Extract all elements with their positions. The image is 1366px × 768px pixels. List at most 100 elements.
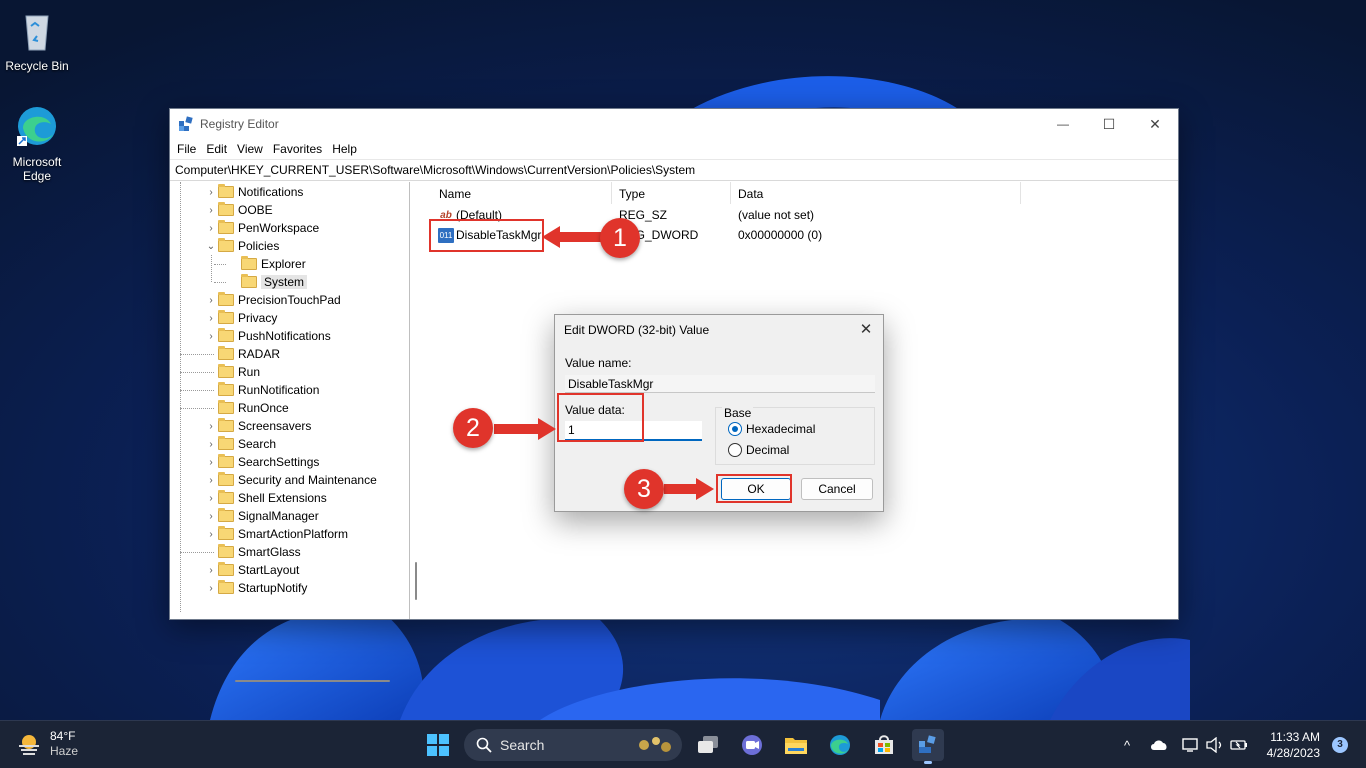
expand-chevron-icon[interactable]: › xyxy=(204,331,218,342)
column-type-header[interactable]: Type xyxy=(619,187,645,201)
expand-chevron-icon[interactable]: › xyxy=(204,493,218,504)
expand-chevron-icon[interactable]: › xyxy=(204,313,218,324)
tree-horizontal-scrollbar[interactable] xyxy=(235,680,390,682)
display-icon[interactable] xyxy=(1180,735,1200,755)
tree-item-system[interactable]: System xyxy=(227,273,308,291)
column-data-header[interactable]: Data xyxy=(738,187,763,201)
tree-vertical-scrollbar[interactable] xyxy=(415,562,417,600)
taskbar-clock[interactable]: 11:33 AM 4/28/2023 xyxy=(1267,729,1320,761)
dialog-close-button[interactable]: ✕ xyxy=(853,317,879,343)
address-bar[interactable]: Computer\HKEY_CURRENT_USER\Software\Micr… xyxy=(170,159,1178,181)
folder-icon xyxy=(218,400,234,414)
tree-item-oobe[interactable]: › OOBE xyxy=(204,201,273,219)
menu-view[interactable]: View xyxy=(232,142,268,156)
task-view-button[interactable] xyxy=(692,729,724,761)
expand-chevron-icon[interactable]: › xyxy=(204,457,218,468)
expand-chevron-icon[interactable]: › xyxy=(204,511,218,522)
tree-item-runonce[interactable]: RunOnce xyxy=(204,399,289,417)
tree-item-label: SearchSettings xyxy=(238,455,320,469)
menu-favorites[interactable]: Favorites xyxy=(268,142,327,156)
expand-chevron-icon[interactable]: › xyxy=(204,187,218,198)
expand-chevron-icon[interactable]: › xyxy=(204,421,218,432)
tree-item-explorer[interactable]: Explorer xyxy=(227,255,306,273)
volume-icon[interactable] xyxy=(1205,735,1225,755)
tree-item-screensavers[interactable]: › Screensavers xyxy=(204,417,311,435)
tree-item-pushnotifications[interactable]: › PushNotifications xyxy=(204,327,331,345)
tree-item-smartactionplatform[interactable]: › SmartActionPlatform xyxy=(204,525,348,543)
clock-date: 4/28/2023 xyxy=(1266,746,1320,760)
tree-item-radar[interactable]: RADAR xyxy=(204,345,280,363)
menu-edit[interactable]: Edit xyxy=(201,142,232,156)
tree-item-precisiontouchpad[interactable]: › PrecisionTouchPad xyxy=(204,291,341,309)
start-button[interactable] xyxy=(422,729,454,761)
expand-chevron-icon[interactable]: › xyxy=(204,583,218,594)
tree-item-signalmanager[interactable]: › SignalManager xyxy=(204,507,319,525)
step-3-badge: 3 xyxy=(624,469,664,509)
tree-item-privacy[interactable]: › Privacy xyxy=(204,309,277,327)
tree-item-run[interactable]: Run xyxy=(204,363,260,381)
tree-item-penworkspace[interactable]: › PenWorkspace xyxy=(204,219,319,237)
taskbar: 84°F Haze Search ^ 11:33 AM 4/28/2023 3 xyxy=(0,720,1366,768)
tree-item-startlayout[interactable]: › StartLayout xyxy=(204,561,299,579)
decimal-label[interactable]: Decimal xyxy=(746,443,789,457)
recycle-bin-desktop-icon[interactable]: Recycle Bin xyxy=(0,8,74,73)
value-data: (value not set) xyxy=(738,208,815,222)
teams-chat-button[interactable] xyxy=(736,729,768,761)
notification-count-badge[interactable]: 3 xyxy=(1332,737,1348,753)
expand-chevron-icon[interactable]: › xyxy=(204,565,218,576)
tree-item-label: Explorer xyxy=(261,257,306,271)
tree-item-search[interactable]: › Search xyxy=(204,435,276,453)
highlight-value-data xyxy=(557,393,644,442)
tree-item-label: StartupNotify xyxy=(238,581,308,595)
folder-icon xyxy=(218,472,234,486)
tree-item-notifications[interactable]: › Notifications xyxy=(204,183,303,201)
onedrive-icon[interactable] xyxy=(1149,735,1169,755)
tree-item-smartglass[interactable]: SmartGlass xyxy=(204,543,301,561)
minimize-button[interactable]: — xyxy=(1040,109,1086,139)
taskbar-search-box[interactable]: Search xyxy=(464,729,682,761)
column-separator[interactable] xyxy=(611,182,612,204)
collapse-chevron-icon[interactable]: ⌄ xyxy=(204,241,218,252)
title-bar[interactable]: Registry Editor — ☐ ✕ xyxy=(170,109,1178,139)
file-explorer-button[interactable] xyxy=(780,729,812,761)
decimal-radio[interactable] xyxy=(728,443,742,457)
weather-widget[interactable]: 84°F Haze xyxy=(16,729,78,759)
battery-icon[interactable] xyxy=(1229,735,1249,755)
tray-overflow-chevron-icon[interactable]: ^ xyxy=(1117,735,1137,755)
tree-item-searchsettings[interactable]: › SearchSettings xyxy=(204,453,319,471)
menu-file[interactable]: File xyxy=(172,142,201,156)
expand-chevron-icon[interactable]: › xyxy=(204,205,218,216)
maximize-button[interactable]: ☐ xyxy=(1086,109,1132,139)
menu-help[interactable]: Help xyxy=(327,142,362,156)
tree-item-startupnotify[interactable]: › StartupNotify xyxy=(204,579,307,597)
tree-item-label: SignalManager xyxy=(238,509,319,523)
tree-item-label: PenWorkspace xyxy=(238,221,320,235)
tree-item-security-and-maintenance[interactable]: › Security and Maintenance xyxy=(204,471,377,489)
tree-item-label: StartLayout xyxy=(238,563,300,577)
column-name-header[interactable]: Name xyxy=(439,187,471,201)
hexadecimal-label[interactable]: Hexadecimal xyxy=(746,422,815,436)
folder-icon xyxy=(241,256,257,270)
edge-taskbar-button[interactable] xyxy=(824,729,856,761)
registry-editor-taskbar-button[interactable] xyxy=(912,729,944,764)
tree-item-shell-extensions[interactable]: › Shell Extensions xyxy=(204,489,327,507)
expand-chevron-icon[interactable]: › xyxy=(204,475,218,486)
tree-item-policies[interactable]: ⌄ Policies xyxy=(204,237,279,255)
edge-desktop-icon[interactable]: Microsoft Edge xyxy=(0,104,74,183)
expand-chevron-icon[interactable]: › xyxy=(204,529,218,540)
key-tree-pane[interactable]: › Notifications › OOBE › PenWorkspace ⌄ Policie… xyxy=(170,182,410,619)
column-separator[interactable] xyxy=(730,182,731,204)
expand-chevron-icon[interactable]: › xyxy=(204,439,218,450)
tree-connector xyxy=(180,182,181,612)
tree-item-label: RADAR xyxy=(238,347,281,361)
tree-item-runnotification[interactable]: RunNotification xyxy=(204,381,319,399)
folder-icon xyxy=(218,292,234,306)
tree-item-label: Notifications xyxy=(238,185,304,199)
cancel-button[interactable]: Cancel xyxy=(801,478,873,500)
column-separator[interactable] xyxy=(1020,182,1021,204)
expand-chevron-icon[interactable]: › xyxy=(204,223,218,234)
expand-chevron-icon[interactable]: › xyxy=(204,295,218,306)
store-button[interactable] xyxy=(868,729,900,761)
hexadecimal-radio[interactable] xyxy=(728,422,742,436)
close-button[interactable]: ✕ xyxy=(1132,109,1178,139)
